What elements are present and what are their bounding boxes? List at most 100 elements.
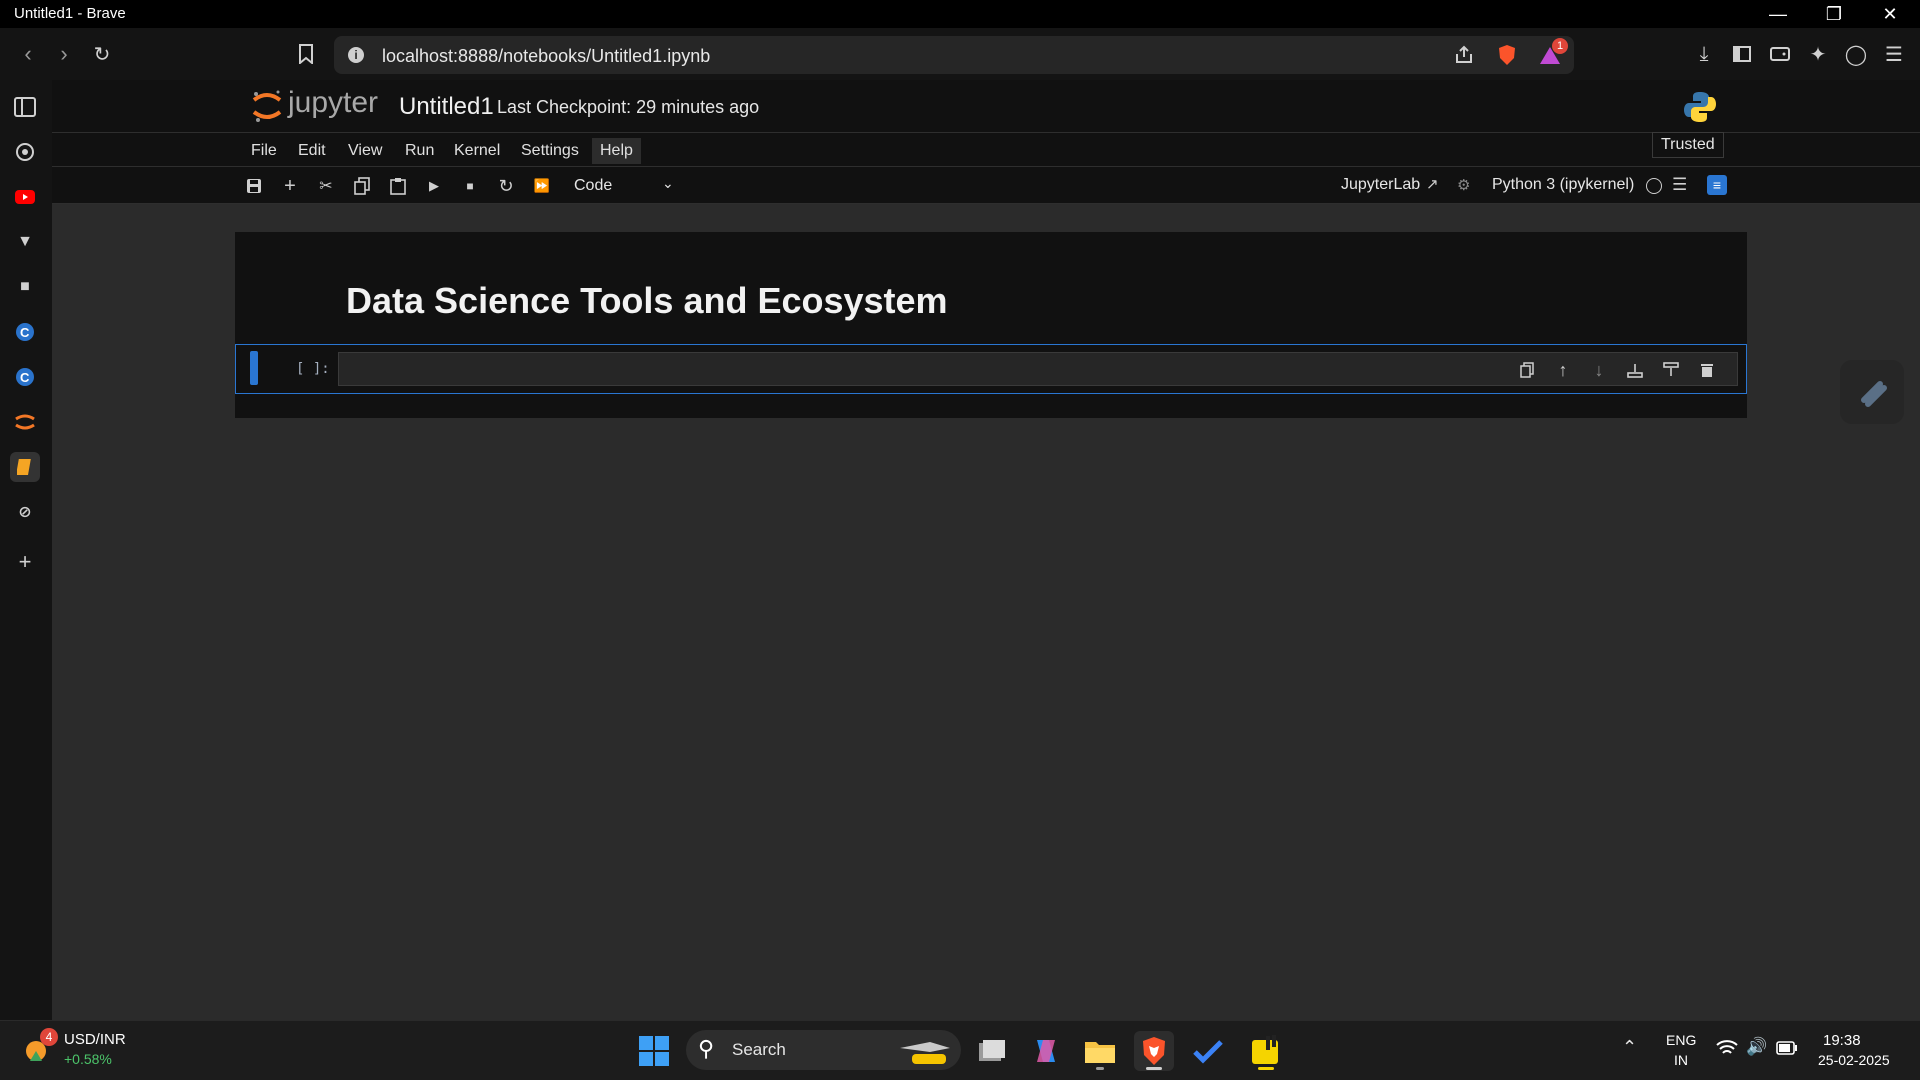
chevron-up-icon[interactable]: ⌃ [1622,1037,1637,1058]
battery-icon[interactable] [1776,1041,1798,1055]
move-up-icon[interactable]: ↑ [1552,359,1574,381]
trusted-tooltip: Trusted [1652,132,1724,158]
run-icon[interactable]: ▶ [422,174,446,198]
sidebar-toggle-icon[interactable] [1728,40,1756,68]
download-icon[interactable]: ⤓ [1690,40,1718,68]
markdown-heading[interactable]: Data Science Tools and Ecosystem [346,280,948,322]
chevron-down-icon: ⌄ [662,175,674,191]
add-sidebar-item-icon[interactable]: + [10,547,40,577]
tracking-blocked-icon[interactable]: ⊘ [10,497,40,527]
search-highlight-icon [898,1034,954,1066]
debugger-icon[interactable]: ⚙ [1457,176,1470,194]
menu-view[interactable]: View [340,138,390,164]
move-down-icon[interactable]: ↓ [1588,359,1610,381]
youtube-icon[interactable] [10,182,40,212]
stop-icon[interactable]: ■ [458,174,482,198]
wifi-icon[interactable] [1716,1039,1740,1059]
cell-type-select[interactable]: Code ⌄ [566,173,676,199]
language-indicator[interactable]: ENG [1666,1032,1696,1048]
cell-type-value: Code [574,177,613,194]
clock-date[interactable]: 25-02-2025 [1818,1052,1890,1068]
duplicate-cell-icon[interactable] [1516,359,1538,381]
menu-icon[interactable]: ☰ [1880,40,1908,68]
python-logo-icon [1683,90,1717,124]
external-link-icon[interactable]: ↗ [1426,175,1439,193]
cut-icon[interactable]: ✂ [314,174,338,198]
url-text[interactable]: localhost:8888/notebooks/Untitled1.ipynb [382,46,710,67]
checkpoint-status: Last Checkpoint: 29 minutes ago [497,97,760,117]
bear-icon[interactable]: ▼ [10,227,40,257]
menu-run[interactable]: Run [397,138,442,164]
site-info-icon[interactable]: i [348,47,364,63]
jupyter-icon[interactable] [10,407,40,437]
jupyterlab-link[interactable]: JupyterLab [1341,176,1420,194]
windows-taskbar: 4 USD/INR +0.58% ⚲ Search ⌃ ENG IN 🔊 19:… [0,1020,1920,1080]
restore-icon[interactable]: ❐ [1806,0,1862,28]
jupyter-logo-icon[interactable] [250,88,284,124]
vpn-icon[interactable]: ◯ [1842,40,1870,68]
insert-above-icon[interactable] [1660,359,1682,381]
back-icon[interactable]: ‹ [12,38,44,70]
reload-icon[interactable]: ↻ [86,38,118,70]
ticker-name[interactable]: USD/INR [64,1031,126,1048]
copy-icon[interactable] [350,174,374,198]
player-app-icon[interactable] [1246,1031,1286,1071]
region-indicator[interactable]: IN [1674,1052,1688,1068]
restart-icon[interactable]: ↻ [494,174,518,198]
todo-icon[interactable] [1188,1031,1228,1071]
minimize-icon[interactable]: — [1750,0,1806,28]
brave-shields-icon[interactable] [1493,41,1521,69]
list-view-icon[interactable]: ☰ [1672,175,1687,195]
notebook-icon[interactable] [10,452,40,482]
svg-text:C: C [20,325,30,340]
clock-time[interactable]: 19:38 [1823,1032,1861,1049]
cell-selection-marker [250,351,258,385]
menu-kernel[interactable]: Kernel [446,138,508,164]
toc-icon[interactable]: ≡ [1707,175,1727,195]
taskbar-search[interactable]: ⚲ Search [686,1030,961,1070]
address-bar[interactable]: i localhost:8888/notebooks/Untitled1.ipy… [334,36,1574,74]
task-view-icon[interactable] [972,1031,1012,1071]
close-icon[interactable]: ✕ [1862,0,1918,28]
bookmark-icon[interactable] [290,38,322,70]
wallet-icon[interactable] [1766,40,1794,68]
search-icon: ⚲ [698,1036,715,1061]
cell-prompt: [ ]: [296,361,330,377]
forward-icon[interactable]: › [48,38,80,70]
running-indicator [1096,1067,1104,1070]
chatgpt-icon[interactable] [10,137,40,167]
copilot-icon[interactable] [1026,1031,1066,1071]
kernel-name[interactable]: Python 3 (ipykernel) [1492,176,1634,194]
menu-help[interactable]: Help [592,138,641,164]
add-cell-icon[interactable]: + [278,174,302,198]
coursera-icon[interactable]: C [10,317,40,347]
brave-taskbar-icon[interactable] [1134,1031,1174,1071]
window-titlebar: Untitled1 - Brave — ❐ ✕ [0,0,1920,28]
jupyter-notebook: jupyter Untitled1 Last Checkpoint: 29 mi… [52,80,1920,1020]
start-icon[interactable] [634,1031,674,1071]
fast-forward-icon[interactable]: ⏩ [530,174,554,198]
notebook-title[interactable]: Untitled1 [399,93,494,121]
delete-cell-icon[interactable] [1696,359,1718,381]
jupyter-logo-text: jupyter [288,86,379,119]
sidebar-panel-icon[interactable] [10,92,40,122]
menu-edit[interactable]: Edit [290,138,334,164]
ticker-change: +0.58% [64,1051,112,1067]
insert-below-icon[interactable] [1624,359,1646,381]
leo-ai-icon[interactable]: ✦ [1804,40,1832,68]
menu-settings[interactable]: Settings [513,138,587,164]
window-title: Untitled1 - Brave [14,5,126,22]
menu-file[interactable]: File [243,138,285,164]
rewards-badge: 1 [1552,38,1568,54]
paste-icon[interactable] [386,174,410,198]
code-cell[interactable]: [ ]: ↑ ↓ [235,344,1747,394]
notebook-panel: Data Science Tools and Ecosystem [ ]: ↑ … [235,232,1747,418]
floating-assistant-button[interactable] [1840,360,1904,424]
coursera-icon-2[interactable]: C [10,362,40,392]
svg-text:C: C [20,370,30,385]
volume-icon[interactable]: 🔊 [1746,1037,1767,1057]
share-icon[interactable] [1450,41,1478,69]
file-explorer-icon[interactable] [1080,1031,1120,1071]
extension-icon[interactable]: ■ [10,272,40,302]
save-icon[interactable] [242,174,266,198]
